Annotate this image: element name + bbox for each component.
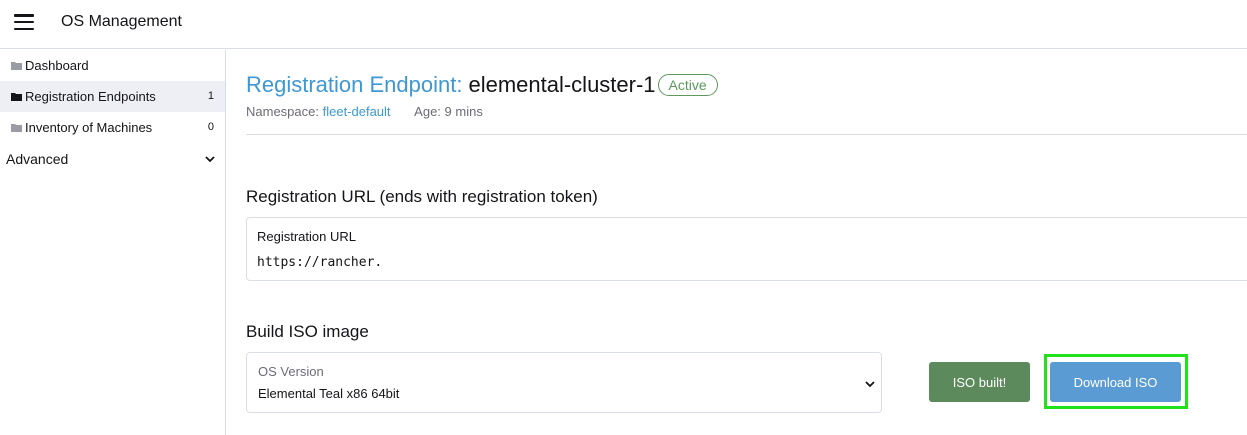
registration-url-value[interactable]: https://rancher. [257,255,382,270]
main-content: Registration Endpoint: elemental-cluster… [246,50,1247,435]
build-iso-section-title: Build ISO image [246,322,369,341]
folder-icon [11,93,22,101]
page-title: Registration Endpoint: elemental-cluster… [246,70,718,100]
namespace-label: Namespace: [246,104,319,119]
os-version-value: Elemental Teal x86 64bit [258,386,400,401]
page-title-name: elemental-cluster-1 [468,72,656,97]
sidebar-item-label: Registration Endpoints [25,89,156,104]
page-title-type: Registration Endpoint: [246,72,463,97]
namespace-link[interactable]: fleet-default [323,104,391,119]
status-badge: Active [657,74,718,96]
sidebar-item-label: Dashboard [25,58,89,73]
registration-url-label: Registration URL [257,229,356,244]
registration-url-field[interactable]: Registration URL https://rancher. [246,217,1247,281]
meta-row: Namespace: fleet-default Age: 9 mins [246,104,483,119]
menu-icon[interactable] [14,14,34,30]
sidebar-item-label: Inventory of Machines [25,120,153,135]
iso-built-button[interactable]: ISO built! [929,362,1030,402]
top-bar: OS Management [0,0,1247,49]
sidebar-item-count: 0 [207,121,214,133]
chevron-down-icon [865,381,875,388]
registration-url-section-title: Registration URL (ends with registration… [246,187,598,206]
chevron-down-icon [205,156,215,163]
sidebar-advanced-group[interactable]: Advanced [6,151,218,171]
sidebar: Dashboard Registration Endpoints 1 Inven… [0,50,226,435]
sidebar-item-inventory-of-machines[interactable]: Inventory of Machines 0 [0,112,225,143]
age-label: Age: [414,104,441,119]
download-iso-button[interactable]: Download ISO [1050,362,1181,402]
sidebar-advanced-label: Advanced [6,151,69,167]
os-version-label: OS Version [258,364,324,379]
divider [246,134,1247,135]
app-title: OS Management [61,13,182,30]
sidebar-item-dashboard[interactable]: Dashboard [0,50,225,81]
sidebar-item-count: 1 [207,90,214,102]
sidebar-item-registration-endpoints[interactable]: Registration Endpoints 1 [0,81,225,112]
folder-icon [11,62,22,70]
folder-icon [11,124,22,132]
os-version-select[interactable]: OS Version Elemental Teal x86 64bit [246,352,882,413]
age-value: 9 mins [444,104,483,119]
